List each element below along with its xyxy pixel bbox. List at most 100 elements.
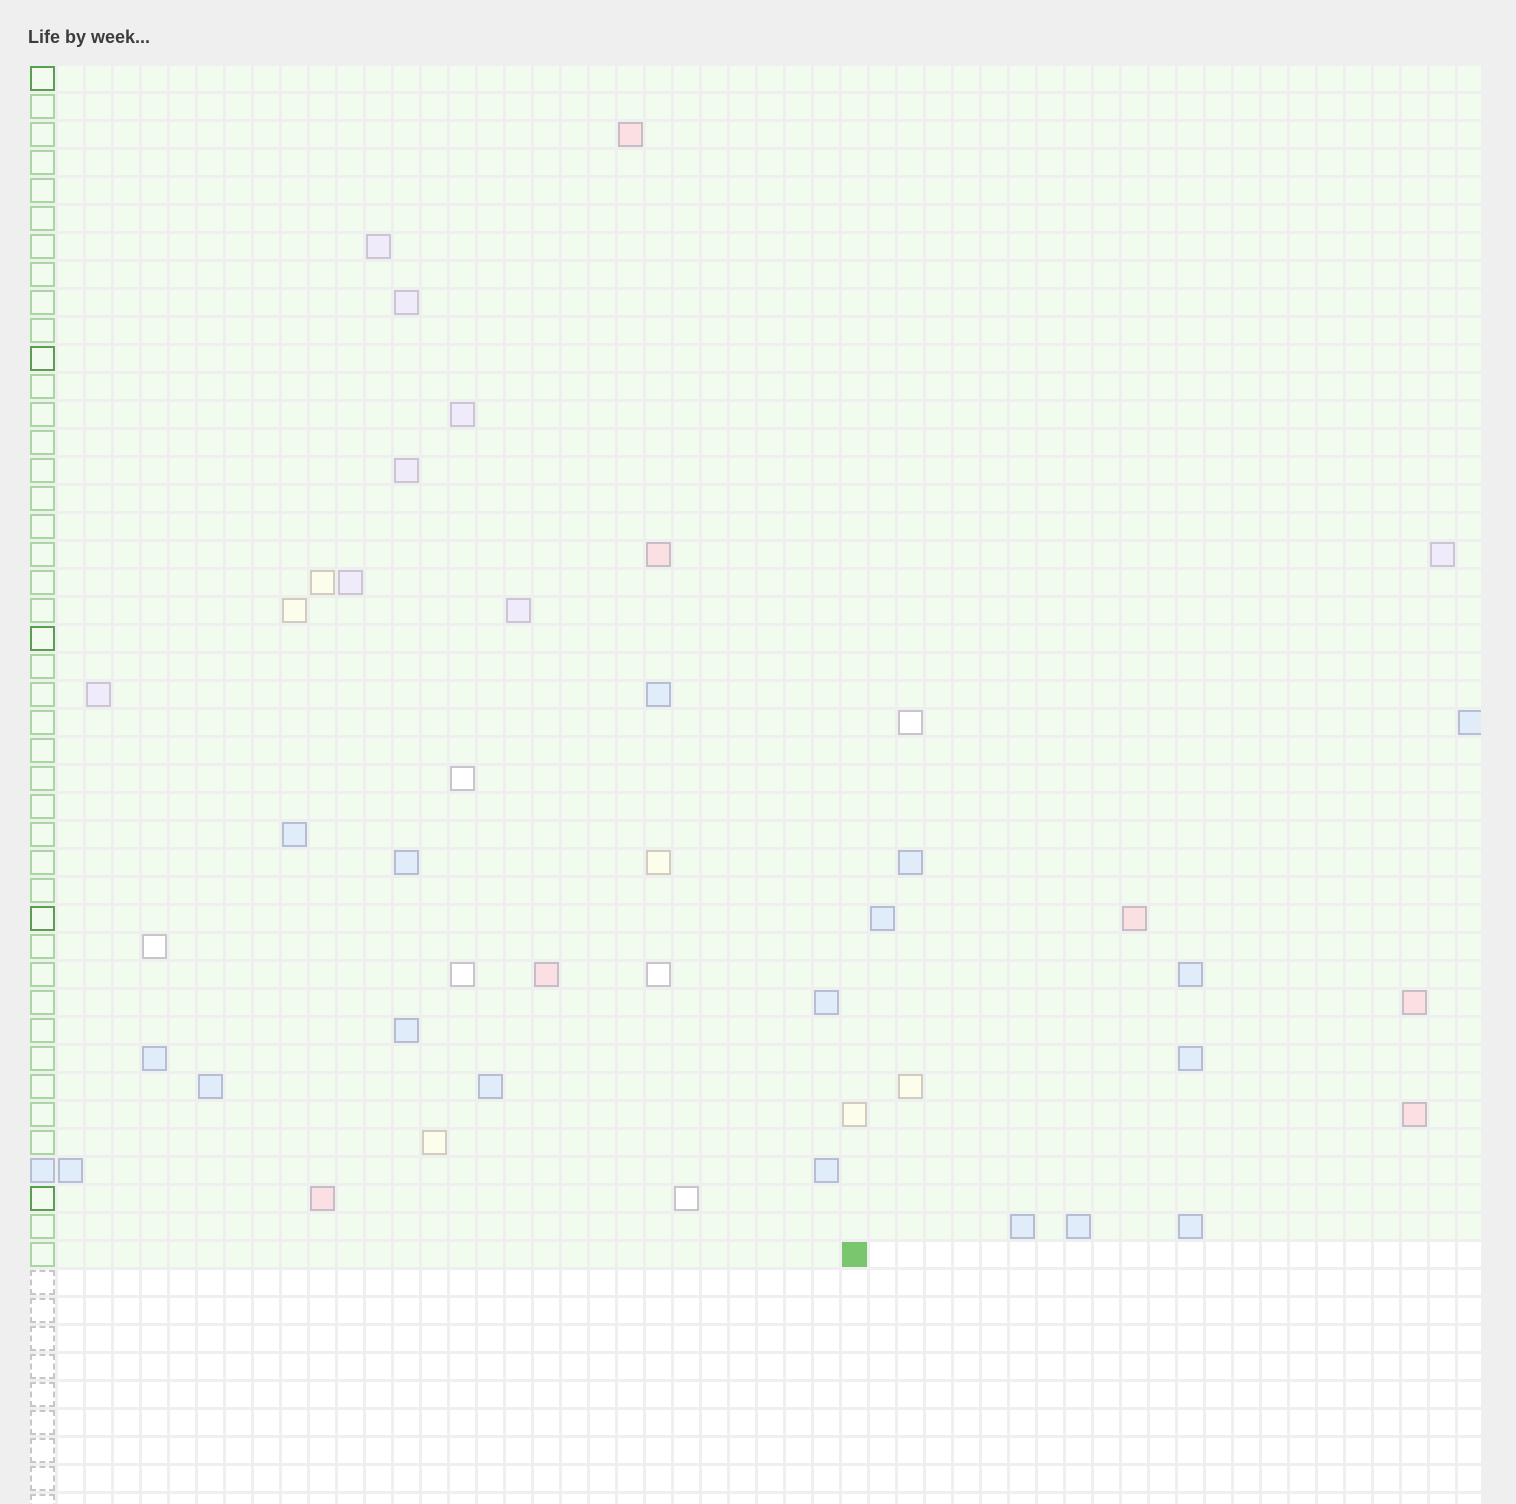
week-cell[interactable] — [338, 1410, 363, 1435]
week-cell[interactable] — [926, 402, 951, 427]
week-cell[interactable] — [1234, 738, 1259, 763]
week-cell[interactable] — [58, 906, 83, 931]
week-cell[interactable] — [114, 654, 139, 679]
week-cell[interactable] — [1458, 1102, 1481, 1127]
week-cell[interactable] — [86, 570, 111, 595]
week-cell[interactable] — [114, 1270, 139, 1295]
week-cell[interactable] — [506, 1438, 531, 1463]
week-cell[interactable] — [954, 822, 979, 847]
week-cell[interactable] — [422, 1158, 447, 1183]
week-cell[interactable] — [1066, 1102, 1091, 1127]
week-cell[interactable] — [814, 1494, 839, 1504]
week-cell[interactable] — [702, 122, 727, 147]
week-cell[interactable] — [254, 654, 279, 679]
week-cell[interactable] — [254, 738, 279, 763]
week-cell[interactable] — [170, 1466, 195, 1491]
week-cell[interactable] — [58, 766, 83, 791]
week-cell[interactable] — [702, 430, 727, 455]
week-cell[interactable] — [1346, 1270, 1371, 1295]
week-cell[interactable] — [1458, 822, 1481, 847]
week-cell[interactable] — [1066, 122, 1091, 147]
week-cell[interactable] — [1010, 1018, 1035, 1043]
week-cell[interactable] — [926, 1186, 951, 1211]
week-cell[interactable] — [1178, 990, 1203, 1015]
week-cell[interactable] — [842, 1382, 867, 1407]
week-cell[interactable] — [954, 598, 979, 623]
week-cell[interactable] — [366, 850, 391, 875]
week-cell[interactable] — [1010, 1298, 1035, 1323]
week-cell[interactable] — [1206, 794, 1231, 819]
week-cell[interactable] — [758, 318, 783, 343]
event-week-cell[interactable] — [1402, 990, 1427, 1015]
week-cell[interactable] — [898, 542, 923, 567]
week-cell[interactable] — [86, 990, 111, 1015]
week-cell[interactable] — [1458, 598, 1481, 623]
week-cell[interactable] — [1010, 1494, 1035, 1504]
week-cell[interactable] — [1122, 290, 1147, 315]
week-cell[interactable] — [1374, 374, 1399, 399]
week-cell[interactable] — [870, 402, 895, 427]
week-cell[interactable] — [142, 710, 167, 735]
week-cell[interactable] — [1066, 682, 1091, 707]
week-cell[interactable] — [1458, 1130, 1481, 1155]
week-cell[interactable] — [282, 906, 307, 931]
week-cell[interactable] — [226, 1438, 251, 1463]
week-cell[interactable] — [842, 402, 867, 427]
week-cell[interactable] — [506, 430, 531, 455]
week-cell[interactable] — [366, 654, 391, 679]
week-cell[interactable] — [1010, 262, 1035, 287]
week-cell[interactable] — [534, 766, 559, 791]
week-cell[interactable] — [870, 1102, 895, 1127]
week-cell[interactable] — [226, 766, 251, 791]
year-start-week-cell[interactable] — [30, 1298, 55, 1323]
week-cell[interactable] — [758, 1130, 783, 1155]
week-cell[interactable] — [86, 122, 111, 147]
week-cell[interactable] — [646, 1242, 671, 1267]
week-cell[interactable] — [562, 486, 587, 511]
week-cell[interactable] — [254, 794, 279, 819]
week-cell[interactable] — [450, 1466, 475, 1491]
week-cell[interactable] — [338, 150, 363, 175]
week-cell[interactable] — [954, 122, 979, 147]
week-cell[interactable] — [1150, 94, 1175, 119]
week-cell[interactable] — [702, 458, 727, 483]
week-cell[interactable] — [450, 990, 475, 1015]
week-cell[interactable] — [1066, 710, 1091, 735]
week-cell[interactable] — [450, 150, 475, 175]
week-cell[interactable] — [114, 906, 139, 931]
week-cell[interactable] — [58, 794, 83, 819]
week-cell[interactable] — [730, 1242, 755, 1267]
week-cell[interactable] — [954, 318, 979, 343]
week-cell[interactable] — [702, 94, 727, 119]
week-cell[interactable] — [1402, 1466, 1427, 1491]
week-cell[interactable] — [1178, 598, 1203, 623]
week-cell[interactable] — [1430, 1410, 1455, 1435]
week-cell[interactable] — [926, 1466, 951, 1491]
year-start-week-cell[interactable] — [30, 318, 55, 343]
week-cell[interactable] — [702, 1102, 727, 1127]
week-cell[interactable] — [226, 962, 251, 987]
week-cell[interactable] — [674, 234, 699, 259]
week-cell[interactable] — [1430, 710, 1455, 735]
week-cell[interactable] — [478, 318, 503, 343]
week-cell[interactable] — [926, 262, 951, 287]
week-cell[interactable] — [1402, 458, 1427, 483]
year-start-week-cell[interactable] — [30, 150, 55, 175]
week-cell[interactable] — [1402, 1130, 1427, 1155]
week-cell[interactable] — [506, 178, 531, 203]
week-cell[interactable] — [394, 794, 419, 819]
week-cell[interactable] — [254, 1242, 279, 1267]
week-cell[interactable] — [590, 850, 615, 875]
week-cell[interactable] — [758, 598, 783, 623]
week-cell[interactable] — [1234, 682, 1259, 707]
event-week-cell[interactable] — [870, 906, 895, 931]
week-cell[interactable] — [1150, 318, 1175, 343]
week-cell[interactable] — [590, 1186, 615, 1211]
week-cell[interactable] — [898, 1102, 923, 1127]
week-cell[interactable] — [926, 1438, 951, 1463]
week-cell[interactable] — [366, 626, 391, 651]
week-cell[interactable] — [1430, 94, 1455, 119]
week-cell[interactable] — [226, 1158, 251, 1183]
week-cell[interactable] — [1094, 878, 1119, 903]
week-cell[interactable] — [1430, 318, 1455, 343]
